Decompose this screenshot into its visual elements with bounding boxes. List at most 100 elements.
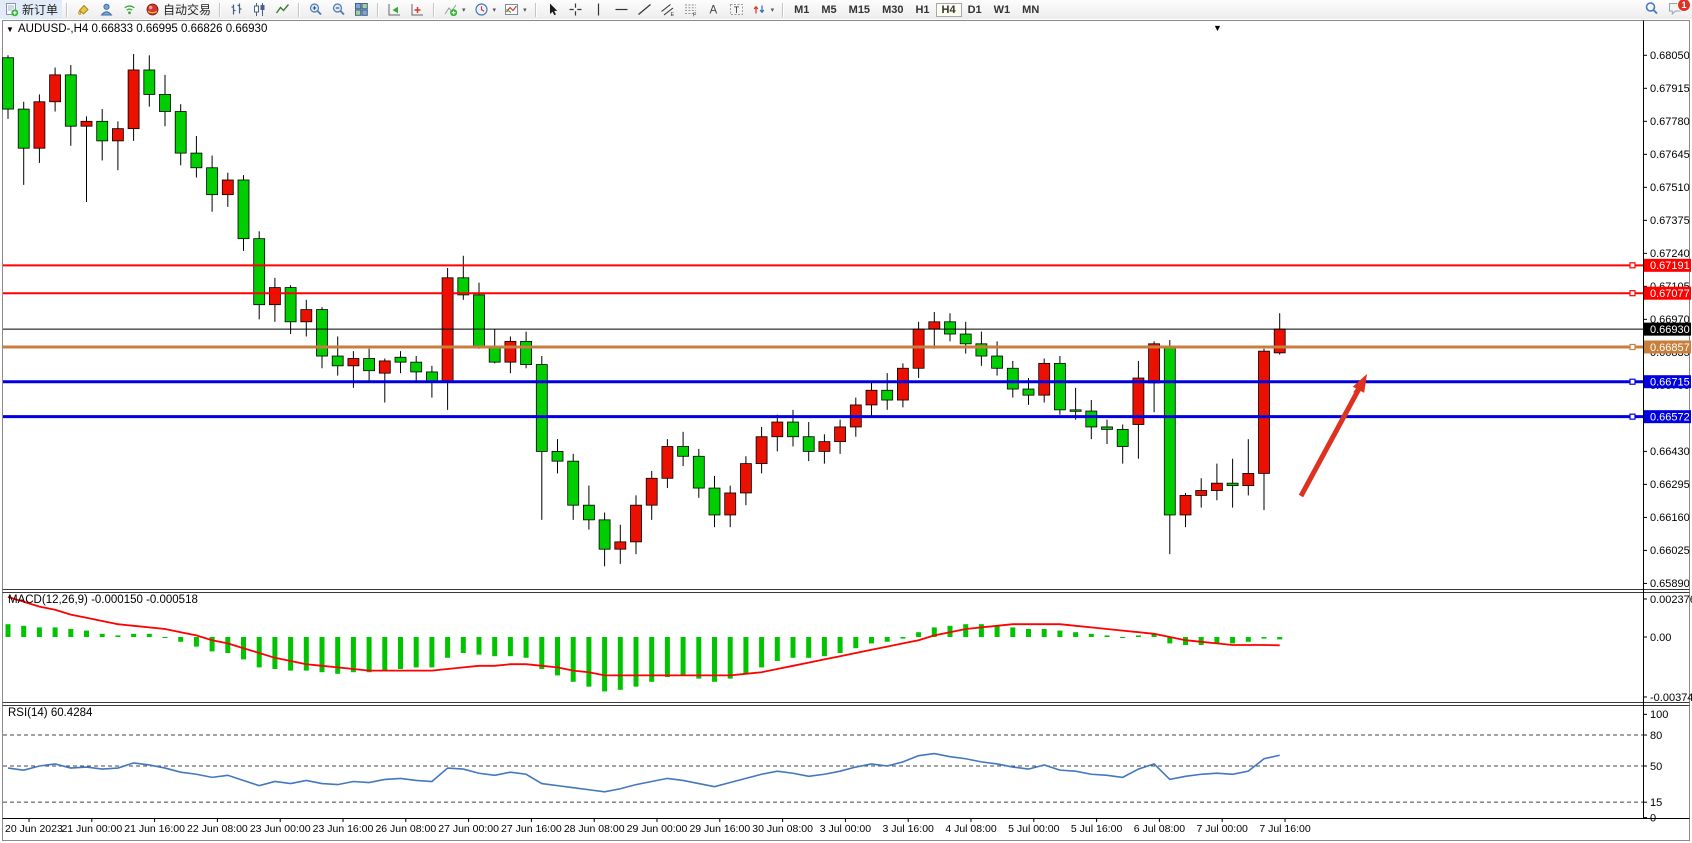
timeframe-w1-button[interactable]: W1	[988, 3, 1017, 17]
hline-handle[interactable]	[1630, 263, 1635, 268]
candle-body	[803, 437, 814, 452]
time-tick-label: 29 Jun 00:00	[627, 823, 688, 835]
macd-histogram-bar	[1246, 637, 1251, 642]
line-chart-button[interactable]	[271, 0, 294, 19]
macd-histogram-bar	[869, 637, 874, 643]
templates-button[interactable]: ▾	[500, 0, 531, 19]
macd-histogram-bar	[1026, 629, 1031, 637]
toolbar-button-label: 自动交易	[163, 1, 211, 18]
candle-body	[1164, 346, 1175, 515]
text-label-button[interactable]: T	[725, 0, 748, 19]
channel-button[interactable]: E	[656, 0, 679, 19]
timeframe-d1-button[interactable]: D1	[962, 3, 988, 17]
bar-chart-button[interactable]	[225, 0, 248, 19]
macd-histogram-bar	[84, 631, 89, 637]
arrows-button[interactable]: ▾	[748, 0, 779, 19]
vertical-line-button[interactable]	[587, 0, 610, 19]
svg-text:0.66857: 0.66857	[1650, 342, 1690, 354]
price-level-label: 0.67077	[1644, 287, 1691, 300]
zoom-out-button[interactable]	[327, 0, 350, 19]
community-button[interactable]	[95, 0, 118, 19]
candle-body	[945, 322, 956, 334]
macd-histogram-bar	[461, 637, 466, 653]
macd-histogram-bar	[445, 637, 450, 658]
signal-button[interactable]	[118, 0, 141, 19]
svg-text:0.66930: 0.66930	[1650, 324, 1690, 336]
toolbar-separator	[66, 3, 68, 17]
macd-histogram-bar	[1230, 637, 1235, 643]
candle-body	[552, 451, 563, 461]
chart-shift-button[interactable]	[406, 0, 429, 19]
candle-body	[317, 310, 328, 356]
macd-histogram-bar	[665, 637, 670, 677]
fibonacci-button[interactable]: F	[679, 0, 702, 19]
trendline-icon	[637, 2, 652, 17]
horizontal-line-icon	[614, 2, 629, 17]
axis-tick-label: 0.68050	[1650, 50, 1690, 62]
candle-body	[631, 505, 642, 542]
autotrade-button[interactable]: 自动交易	[141, 0, 215, 19]
trendline-button[interactable]	[633, 0, 656, 19]
macd-histogram-bar	[1105, 635, 1110, 637]
macd-histogram-bar	[743, 637, 748, 674]
chart-canvas[interactable]: ▼0.680500.679150.677800.676450.675100.67…	[0, 19, 1692, 843]
candle-body	[332, 356, 343, 366]
time-tick-label: 23 Jun 16:00	[313, 823, 374, 835]
hline-handle[interactable]	[1630, 291, 1635, 296]
crosshair-button[interactable]	[564, 0, 587, 19]
candle-body	[1227, 483, 1238, 485]
periods-clock-button[interactable]: ▾	[470, 0, 501, 19]
timeframe-h4-button[interactable]: H4	[936, 3, 962, 17]
new-order-button[interactable]: 新订单	[0, 0, 62, 19]
timeframe-m30-button[interactable]: M30	[876, 3, 909, 17]
timeframe-m5-button[interactable]: M5	[815, 3, 842, 17]
notification-badge: 1	[1677, 0, 1691, 12]
macd-histogram-bar	[728, 637, 733, 679]
candle-body	[348, 358, 359, 365]
toolbar-separator	[782, 3, 784, 17]
text-button[interactable]: A	[702, 0, 725, 19]
candlestick-button[interactable]	[248, 0, 271, 19]
macd-histogram-bar	[555, 637, 560, 675]
zoom-in-button[interactable]	[304, 0, 327, 19]
candle-body	[1259, 351, 1270, 473]
candle-body	[913, 329, 924, 368]
macd-histogram-bar	[1042, 629, 1047, 637]
search-button[interactable]	[1644, 1, 1660, 17]
timeframe-h1-button[interactable]: H1	[909, 3, 935, 17]
horizontal-line-button[interactable]	[610, 0, 633, 19]
time-tick-label: 21 Jun 00:00	[61, 823, 122, 835]
timeframe-mn-button[interactable]: MN	[1016, 3, 1045, 17]
autotrade-icon	[145, 2, 160, 17]
chat-button[interactable]: 1	[1668, 1, 1684, 17]
tile-windows-button[interactable]	[350, 0, 373, 19]
hline-handle[interactable]	[1630, 344, 1635, 349]
timeframe-m15-button[interactable]: M15	[843, 3, 876, 17]
candle-body	[709, 488, 720, 515]
axis-tick-label: 0.002376	[1650, 594, 1692, 606]
cursor-button[interactable]	[541, 0, 564, 19]
hline-handle[interactable]	[1630, 379, 1635, 384]
timeframe-m1-button[interactable]: M1	[788, 3, 815, 17]
main-toolbar: 新订单自动交易▾▾▾EFAT▾M1M5M15M30H1H4D1W1MN1	[0, 0, 1692, 20]
svg-text:T: T	[733, 5, 739, 15]
axis-tick-label: 80	[1650, 730, 1662, 742]
auto-scroll-button[interactable]	[383, 0, 406, 19]
candle-body	[222, 180, 233, 195]
time-tick-label: 27 Jun 00:00	[438, 823, 499, 835]
axis-tick-label: 0.65890	[1650, 578, 1690, 590]
hline-handle[interactable]	[1630, 414, 1635, 419]
candle-body	[819, 442, 830, 452]
macd-histogram-bar	[508, 637, 513, 656]
indicators-button[interactable]: ▾	[439, 0, 470, 19]
macd-histogram-bar	[37, 627, 42, 637]
chart-shift-marker-icon[interactable]: ▼	[1213, 23, 1222, 33]
macd-histogram-bar	[1089, 634, 1094, 637]
zoom-in-icon	[308, 2, 323, 17]
styles-bucket-button[interactable]	[72, 0, 95, 19]
candle-body	[18, 109, 29, 148]
macd-histogram-bar	[272, 637, 277, 669]
candle-body	[960, 334, 971, 344]
price-level-label: 0.66857	[1644, 340, 1691, 353]
candle-body	[3, 58, 14, 109]
